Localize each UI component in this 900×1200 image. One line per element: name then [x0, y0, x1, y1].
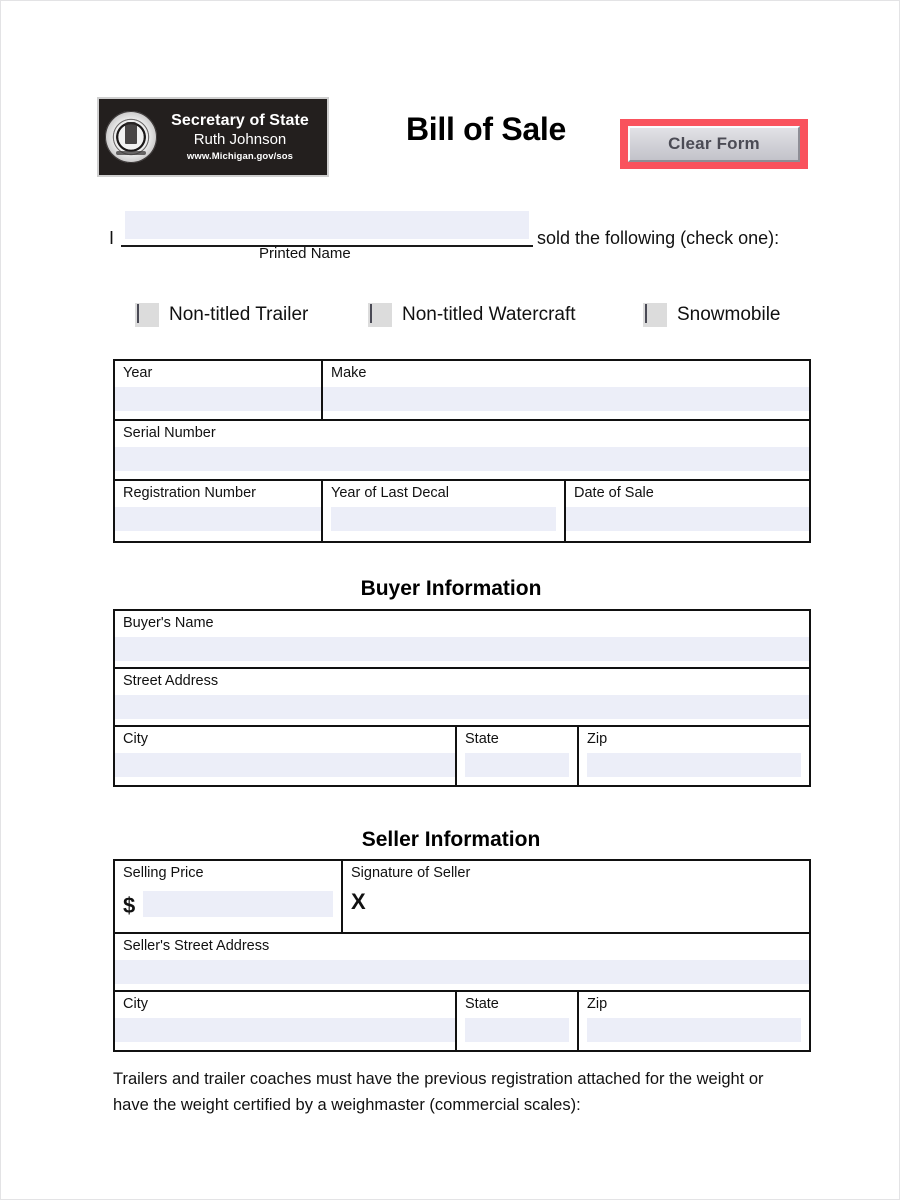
checkbox-icon[interactable]: [135, 303, 159, 327]
printed-name-caption: Printed Name: [259, 245, 351, 262]
cell-year-of-last-decal: Year of Last Decal: [323, 481, 566, 541]
cell-label: State: [465, 731, 499, 747]
seller-street-address-input[interactable]: [115, 959, 809, 984]
weight-certification-note: Trailers and trailer coaches must have t…: [113, 1070, 764, 1114]
logo-official-name: Ruth Johnson: [193, 130, 287, 148]
declaration-lead-text: I: [109, 228, 115, 248]
table-row: City State Zip: [115, 727, 809, 785]
buyer-zip-input[interactable]: [587, 752, 801, 777]
selling-price-row: $: [115, 890, 341, 921]
table-row: Street Address: [115, 669, 809, 727]
currency-symbol: $: [123, 892, 136, 918]
cell-label: City: [123, 731, 148, 747]
cell-label: Zip: [587, 731, 608, 747]
serial-number-input[interactable]: [115, 446, 809, 471]
seller-city-input[interactable]: [115, 1017, 455, 1042]
buyer-section-heading: Buyer Information: [360, 577, 542, 600]
seller-zip-input[interactable]: [587, 1017, 801, 1042]
cell-label: Year: [123, 365, 153, 381]
clear-form-highlight-frame: Clear Form: [620, 119, 808, 169]
cell-label: Make: [331, 365, 367, 381]
table-row: Seller's Street Address: [115, 934, 809, 992]
checkbox-label: Snowmobile: [677, 304, 781, 325]
logo-agency-name: Secretary of State: [171, 111, 309, 129]
logo-text-block: Secretary of State Ruth Johnson www.Mich…: [157, 112, 321, 162]
registration-number-input[interactable]: [115, 506, 321, 531]
checkbox-option-non-titled-trailer[interactable]: Non-titled Trailer: [135, 303, 308, 327]
cell-label: Date of Sale: [574, 485, 654, 501]
cell-buyer-state: State: [457, 727, 579, 785]
secretary-of-state-logo: Secretary of State Ruth Johnson www.Mich…: [97, 97, 329, 177]
printed-name-input[interactable]: [125, 211, 529, 239]
buyer-name-input[interactable]: [115, 636, 809, 661]
seller-section-heading: Seller Information: [361, 828, 541, 851]
cell-date-of-sale: Date of Sale: [566, 481, 809, 541]
page-title: Bill of Sale: [406, 111, 566, 147]
buyer-street-address-input[interactable]: [115, 694, 809, 719]
year-input[interactable]: [115, 386, 321, 411]
table-row: Selling Price $ Signature of Seller X: [115, 861, 809, 934]
buyer-state-input[interactable]: [465, 752, 569, 777]
cell-seller-state: State: [457, 992, 579, 1050]
cell-label: Serial Number: [123, 425, 216, 441]
clear-form-button[interactable]: Clear Form: [628, 126, 800, 162]
checkbox-icon[interactable]: [368, 303, 392, 327]
vehicle-details-table: Year Make Serial Number Registration Num…: [113, 359, 811, 543]
seller-declaration-line: I Printed Name sold the following (check…: [109, 211, 849, 263]
cell-label: Registration Number: [123, 485, 256, 501]
cell-label: City: [123, 996, 148, 1012]
cell-label: Zip: [587, 996, 608, 1012]
cell-signature-of-seller: Signature of Seller X: [343, 861, 809, 932]
item-type-checkbox-group: Non-titled Trailer Non-titled Watercraft…: [109, 299, 849, 339]
seller-state-input[interactable]: [465, 1017, 569, 1042]
buyer-information-table: Buyer's Name Street Address City State Z…: [113, 609, 811, 787]
cell-buyer-zip: Zip: [579, 727, 809, 785]
cell-label: Selling Price: [123, 865, 204, 881]
cell-label: Street Address: [123, 673, 219, 689]
cell-selling-price: Selling Price $: [115, 861, 343, 932]
date-of-sale-input[interactable]: [566, 506, 809, 531]
table-row: Serial Number: [115, 421, 809, 481]
selling-price-input[interactable]: [143, 890, 333, 917]
form-header: Secretary of State Ruth Johnson www.Mich…: [1, 97, 899, 183]
checkbox-icon[interactable]: [643, 303, 667, 327]
cell-buyer-street-address: Street Address: [115, 669, 809, 725]
cell-label: Year of Last Decal: [331, 485, 449, 501]
logo-website-url: www.Michigan.gov/sos: [186, 150, 294, 162]
cell-seller-zip: Zip: [579, 992, 809, 1050]
table-row: Buyer's Name: [115, 611, 809, 669]
cell-label: State: [465, 996, 499, 1012]
year-of-last-decal-input[interactable]: [331, 506, 556, 531]
cell-seller-city: City: [115, 992, 457, 1050]
cell-label: Signature of Seller: [351, 865, 471, 881]
table-row: Registration Number Year of Last Decal D…: [115, 481, 809, 541]
michigan-state-seal-icon: [105, 111, 157, 163]
cell-seller-street-address: Seller's Street Address: [115, 934, 809, 990]
table-row: City State Zip: [115, 992, 809, 1050]
cell-serial-number: Serial Number: [115, 421, 809, 479]
bill-of-sale-form-page: Secretary of State Ruth Johnson www.Mich…: [0, 0, 900, 1200]
make-input[interactable]: [323, 386, 809, 411]
cell-make: Make: [323, 361, 809, 419]
cell-label: Seller's Street Address: [123, 938, 270, 954]
checkbox-option-non-titled-watercraft[interactable]: Non-titled Watercraft: [368, 303, 576, 327]
table-row: Year Make: [115, 361, 809, 421]
cell-registration-number: Registration Number: [115, 481, 323, 541]
printed-name-field-wrapper: [121, 211, 533, 247]
checkbox-label: Non-titled Watercraft: [402, 304, 576, 325]
declaration-trailing-text: sold the following (check one):: [537, 228, 780, 248]
cell-label: Buyer's Name: [123, 615, 214, 631]
checkbox-option-snowmobile[interactable]: Snowmobile: [643, 303, 781, 327]
cell-year: Year: [115, 361, 323, 419]
seller-information-table: Selling Price $ Signature of Seller X Se…: [113, 859, 811, 1052]
buyer-city-input[interactable]: [115, 752, 455, 777]
signature-x-mark: X: [351, 888, 366, 914]
cell-buyer-name: Buyer's Name: [115, 611, 809, 667]
checkbox-label: Non-titled Trailer: [169, 304, 309, 325]
cell-buyer-city: City: [115, 727, 457, 785]
